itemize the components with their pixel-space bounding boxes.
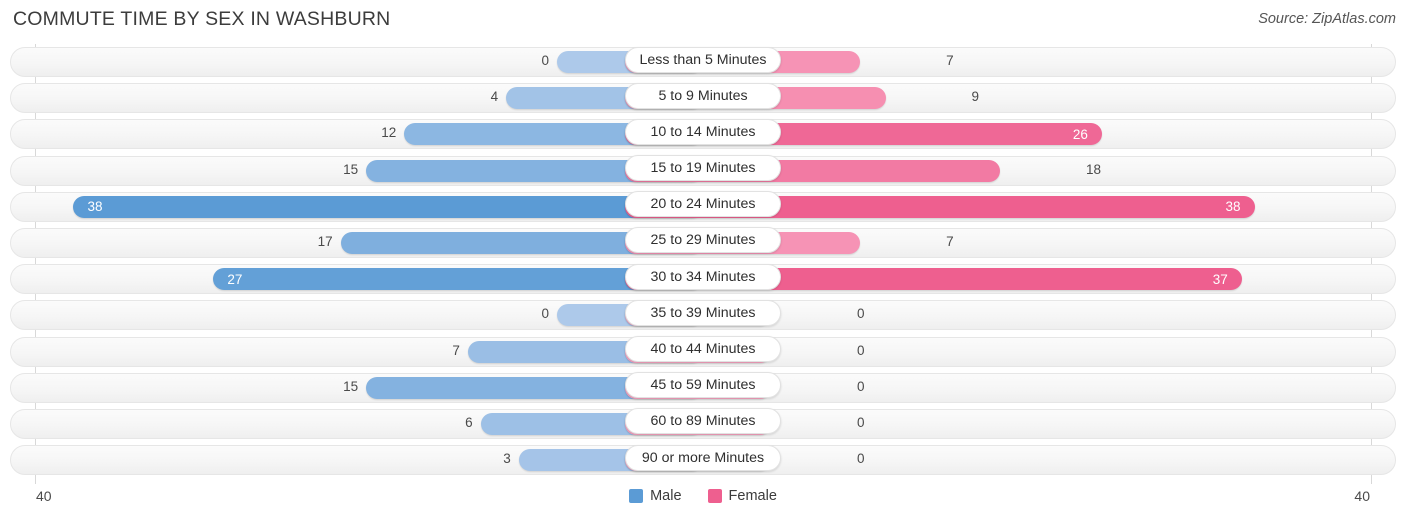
category-label: 60 to 89 Minutes — [650, 413, 756, 430]
bar-row-bars: 7 0 40 to 44 Minutes — [0, 334, 1406, 370]
bar-row-bars: 27 37 30 to 34 Minutes — [0, 261, 1406, 297]
category-label-pill: 15 to 19 Minutes — [625, 155, 781, 182]
bar-value-female: 7 — [946, 53, 954, 68]
bar-value-female: 7 — [946, 233, 954, 249]
bar-value-female: 0 — [857, 414, 865, 430]
bar-rows-container: 0 7 Less than 5 Minutes 4 9 5 to 9 Minutes 12 2… — [0, 44, 1406, 478]
legend-label-male: Male — [650, 488, 682, 504]
bar-row-bars: 17 7 25 to 29 Minutes — [0, 225, 1406, 261]
legend-swatch-female-icon — [707, 489, 722, 503]
bar-row: 17 7 25 to 29 Minutes — [0, 225, 1406, 261]
category-label: 45 to 59 Minutes — [650, 377, 756, 394]
bar-row: 15 0 45 to 59 Minutes — [0, 370, 1406, 406]
bar-row-bars: 0 0 35 to 39 Minutes — [0, 297, 1406, 333]
bar-row-bars: 38 38 20 to 24 Minutes — [0, 189, 1406, 225]
bar-value-female: 0 — [857, 451, 865, 467]
category-label-pill: 20 to 24 Minutes — [625, 191, 781, 218]
legend-item-female[interactable]: Female — [707, 488, 777, 504]
bar-row: 38 38 20 to 24 Minutes — [0, 189, 1406, 225]
category-label: 35 to 39 Minutes — [650, 304, 756, 321]
category-label: 40 to 44 Minutes — [650, 341, 756, 357]
bar-row-bars: 3 0 90 or more Minutes — [0, 442, 1406, 478]
chart-legend: Male Female — [0, 488, 1406, 504]
source-attribution: Source: ZipAtlas.com — [1258, 11, 1396, 27]
bar-row: 0 0 35 to 39 Minutes — [0, 297, 1406, 333]
category-label: 5 to 9 Minutes — [658, 87, 748, 104]
category-label-pill: Less than 5 Minutes — [625, 46, 781, 73]
bar-value-male: 0 — [541, 306, 549, 322]
category-label-pill: 40 to 44 Minutes — [625, 336, 781, 362]
bar-row: 15 18 15 to 19 Minutes — [0, 153, 1406, 189]
bar-row: 6 0 60 to 89 Minutes — [0, 406, 1406, 442]
bar-row: 27 37 30 to 34 Minutes — [0, 261, 1406, 297]
category-label-pill: 5 to 9 Minutes — [625, 82, 781, 109]
bar-value-male: 38 — [87, 199, 103, 215]
bar-row-bars: 0 7 Less than 5 Minutes — [0, 44, 1406, 80]
chart-plot-area: 0 7 Less than 5 Minutes 4 9 5 to 9 Minutes 12 2… — [0, 44, 1406, 484]
bar-male[interactable]: 38 — [73, 195, 703, 218]
bar-value-female: 0 — [857, 306, 865, 322]
category-label: 30 to 34 Minutes — [650, 268, 756, 285]
bar-value-male: 0 — [541, 53, 549, 68]
legend-swatch-male-icon — [629, 489, 644, 503]
bar-value-male: 15 — [343, 378, 359, 394]
bar-row: 12 26 10 to 14 Minutes — [0, 116, 1406, 152]
category-label: 20 to 24 Minutes — [650, 196, 756, 213]
bar-row-bars: 4 9 5 to 9 Minutes — [0, 80, 1406, 116]
bar-value-male: 17 — [317, 233, 333, 249]
bar-value-male: 7 — [452, 342, 460, 358]
category-label-pill: 90 or more Minutes — [625, 444, 781, 471]
chart-header: COMMUTE TIME BY SEX IN WASHBURN Source: … — [0, 0, 1406, 40]
bar-row-bars: 12 26 10 to 14 Minutes — [0, 116, 1406, 152]
bar-value-male: 4 — [490, 89, 499, 105]
bar-row: 4 9 5 to 9 Minutes — [0, 80, 1406, 116]
category-label: 10 to 14 Minutes — [650, 123, 756, 140]
bar-value-male: 6 — [465, 414, 473, 430]
category-label: 25 to 29 Minutes — [650, 232, 756, 249]
bar-value-female: 0 — [857, 378, 865, 394]
bar-value-female: 26 — [1072, 126, 1088, 142]
bar-value-female: 18 — [1086, 161, 1102, 177]
category-label-pill: 30 to 34 Minutes — [625, 263, 781, 290]
bar-value-male: 27 — [227, 271, 243, 287]
category-label-pill: 45 to 59 Minutes — [625, 372, 781, 399]
bar-row: 0 7 Less than 5 Minutes — [0, 44, 1406, 80]
bar-value-female: 37 — [1212, 271, 1228, 287]
chart-footer: 40 40 Male Female — [0, 484, 1406, 523]
bar-row: 3 0 90 or more Minutes — [0, 442, 1406, 478]
bar-value-male: 12 — [381, 125, 397, 141]
bar-row-bars: 15 0 45 to 59 Minutes — [0, 370, 1406, 406]
bar-row-bars: 15 18 15 to 19 Minutes — [0, 153, 1406, 189]
bar-value-male: 15 — [343, 161, 359, 177]
bar-value-female: 0 — [857, 342, 865, 358]
page-title: COMMUTE TIME BY SEX IN WASHBURN — [13, 8, 391, 30]
category-label-pill: 25 to 29 Minutes — [625, 227, 781, 254]
bar-value-male: 3 — [503, 451, 511, 467]
category-label-pill: 60 to 89 Minutes — [625, 408, 781, 435]
category-label-pill: 10 to 14 Minutes — [625, 118, 781, 145]
category-label: Less than 5 Minutes — [639, 51, 767, 68]
legend-item-male[interactable]: Male — [629, 488, 682, 504]
category-label: 15 to 19 Minutes — [650, 160, 756, 177]
bar-value-female: 9 — [971, 89, 980, 105]
category-label: 90 or more Minutes — [641, 449, 765, 466]
bar-row-bars: 6 0 60 to 89 Minutes — [0, 406, 1406, 442]
bar-row: 7 0 40 to 44 Minutes — [0, 334, 1406, 370]
bar-value-female: 38 — [1225, 199, 1241, 215]
legend-label-female: Female — [728, 488, 777, 504]
category-label-pill: 35 to 39 Minutes — [625, 299, 781, 326]
